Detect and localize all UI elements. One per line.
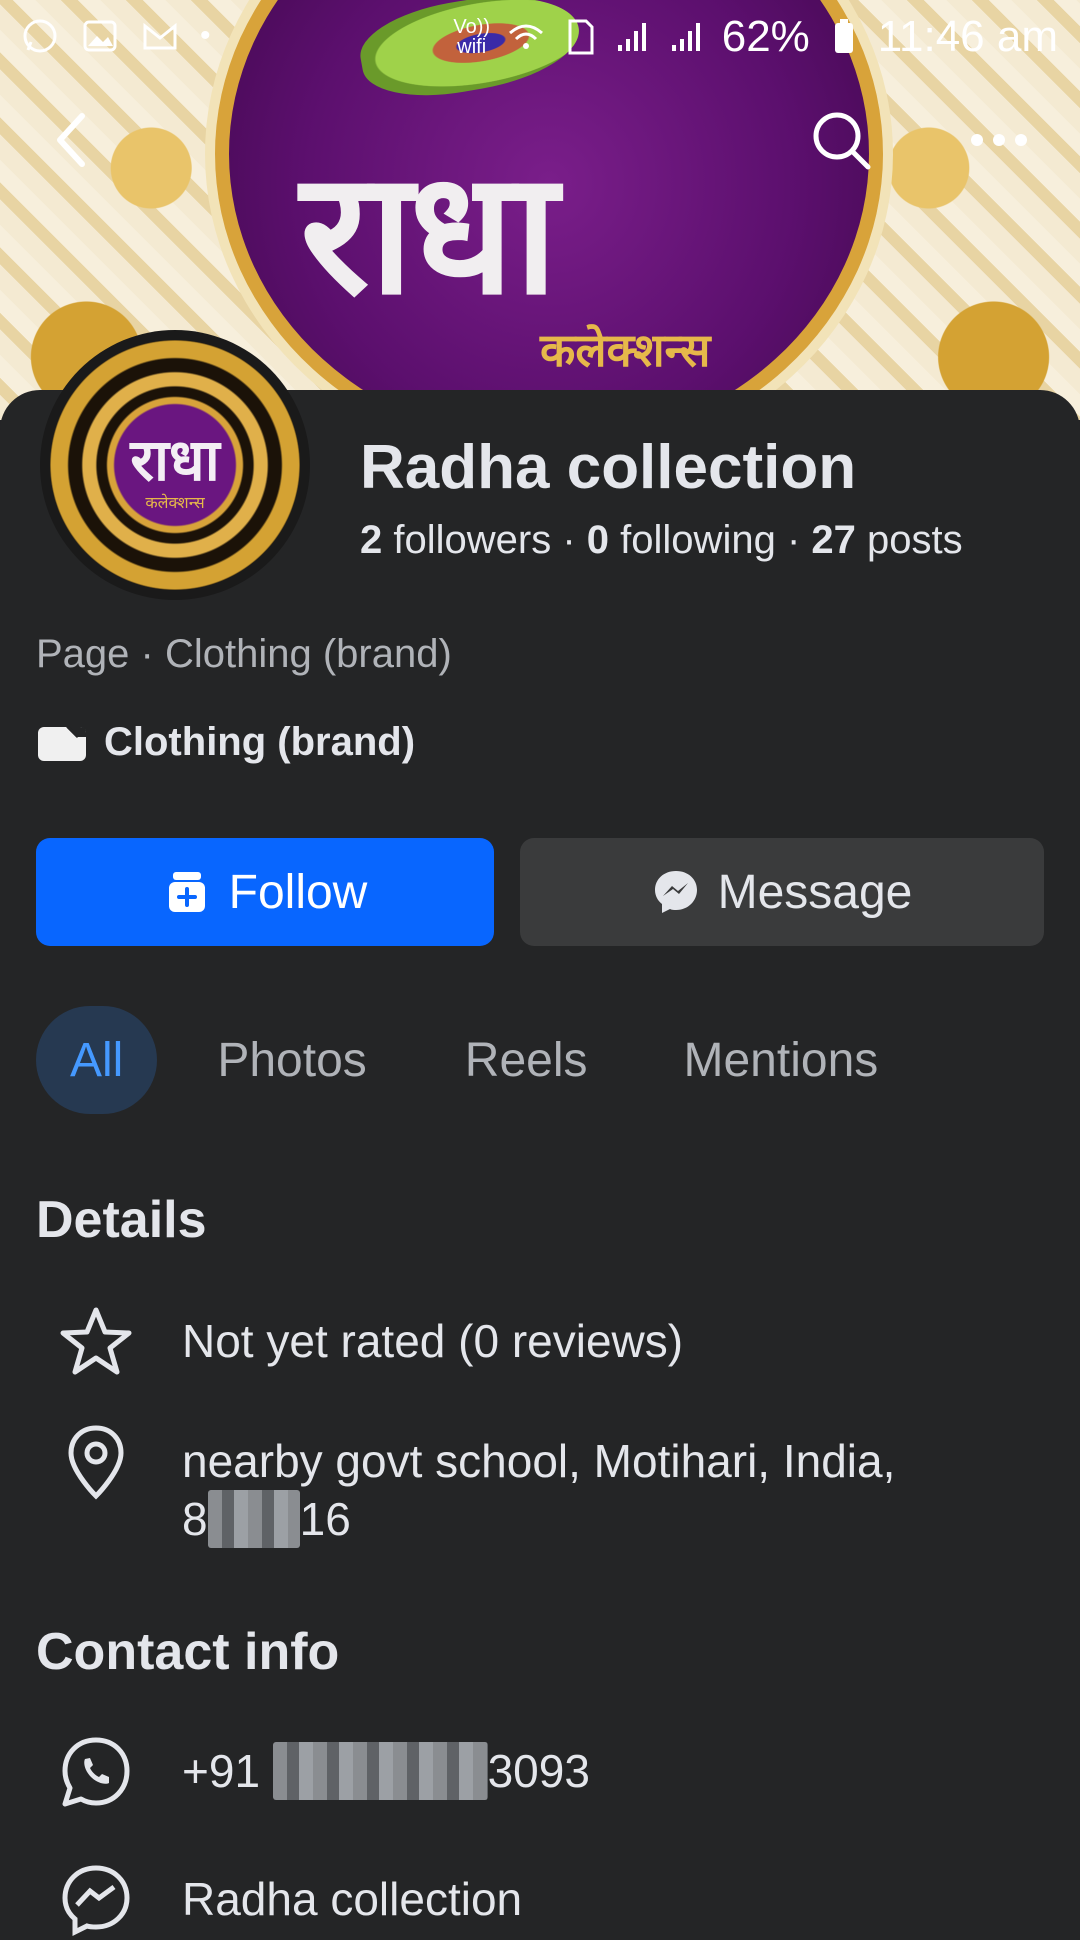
back-arrow-icon (57, 113, 85, 167)
address-line1: nearby govt school, Motihari, India, (182, 1435, 896, 1487)
more-icon (971, 134, 1027, 146)
tab-photos[interactable]: Photos (183, 1006, 400, 1114)
signal-icon (617, 23, 646, 51)
messenger-contact-icon (62, 1865, 130, 1937)
clock: 11:46 am (877, 12, 1058, 61)
search-icon (813, 112, 871, 170)
profile-stats: 2 followers · 0 following · 27 posts (360, 518, 963, 563)
follow-button[interactable]: Follow (36, 838, 494, 946)
followers-label[interactable]: followers (393, 518, 551, 562)
rating-row[interactable]: Not yet rated (0 reviews) (56, 1302, 683, 1382)
message-button[interactable]: Message (520, 838, 1044, 946)
phone-prefix: +91 (182, 1745, 261, 1797)
gallery-notification-icon (83, 20, 117, 52)
location-pin-icon (68, 1425, 124, 1500)
tab-mentions[interactable]: Mentions (650, 1006, 913, 1114)
follow-label: Follow (228, 865, 368, 919)
tab-reels[interactable]: Reels (431, 1006, 622, 1114)
status-bar: • Vo)) wifi 62% 11:46 am (0, 0, 1080, 75)
phone-row[interactable]: +91 XXXXXXX3093 (56, 1732, 590, 1812)
posts-label: posts (867, 518, 963, 562)
phone-suffix: 3093 (487, 1745, 590, 1797)
message-label: Message (717, 865, 913, 919)
address-suffix: 16 (299, 1493, 351, 1545)
cover-title-text: राधा (300, 135, 558, 333)
brand-row: Clothing (brand) (36, 720, 415, 765)
search-button[interactable] (806, 105, 876, 175)
page-category: Page · Clothing (brand) (36, 632, 452, 676)
following-count[interactable]: 0 (587, 518, 609, 562)
avatar-emblem: राधा कलेक्शन्स (50, 340, 300, 590)
followers-count[interactable]: 2 (360, 518, 382, 562)
back-button[interactable] (36, 105, 106, 175)
address-prefix: 8 (182, 1493, 208, 1545)
signal-2-icon (671, 23, 700, 51)
following-label[interactable]: following (620, 518, 776, 562)
content-tabs: All Photos Reels Mentions (36, 1006, 912, 1114)
follow-icon (168, 872, 205, 912)
rating-text: Not yet rated (0 reviews) (182, 1315, 684, 1367)
tab-all[interactable]: All (36, 1006, 158, 1114)
wifi-icon (508, 24, 543, 49)
posts-count: 27 (811, 518, 856, 562)
more-options-button[interactable] (964, 105, 1034, 175)
profile-sheet (0, 390, 1080, 1930)
address-text: nearby govt school, Motihari, India, 8XX… (182, 1422, 895, 1548)
stats-separator: · (786, 518, 801, 562)
cover-subtitle-text: कलेक्शन्स (540, 323, 711, 377)
stats-separator: · (562, 518, 576, 562)
phone-text: +91 XXXXXXX3093 (182, 1732, 590, 1800)
gmail-notification-icon (143, 22, 177, 50)
whatsapp-icon (62, 1737, 130, 1807)
notification-dot-icon: • (200, 19, 211, 52)
avatar-title-text: राधा (130, 425, 220, 494)
contact-heading: Contact info (36, 1623, 340, 1681)
profile-avatar[interactable]: राधा कलेक्शन्स (40, 330, 310, 600)
clapperboard-icon (38, 725, 86, 761)
messenger-contact-name: Radha collection (182, 1873, 523, 1925)
sim-icon (568, 19, 594, 55)
battery-icon (834, 19, 853, 53)
messenger-row[interactable]: Radha collection (56, 1860, 522, 1940)
battery-percent: 62% (721, 12, 810, 61)
messenger-icon (654, 871, 697, 913)
brand-label: Clothing (brand) (104, 720, 416, 764)
redacted-pincode: XXX (207, 1490, 300, 1548)
whatsapp-notification-icon (23, 19, 57, 53)
redacted-phone-digits: XXXXXXX (272, 1742, 488, 1800)
star-icon (60, 1307, 132, 1375)
page-name: Radha collection (360, 433, 857, 502)
volte-wifi-label: Vo)) wifi (453, 16, 491, 58)
details-heading: Details (36, 1191, 207, 1249)
address-row[interactable]: nearby govt school, Motihari, India, 8XX… (56, 1422, 895, 1548)
